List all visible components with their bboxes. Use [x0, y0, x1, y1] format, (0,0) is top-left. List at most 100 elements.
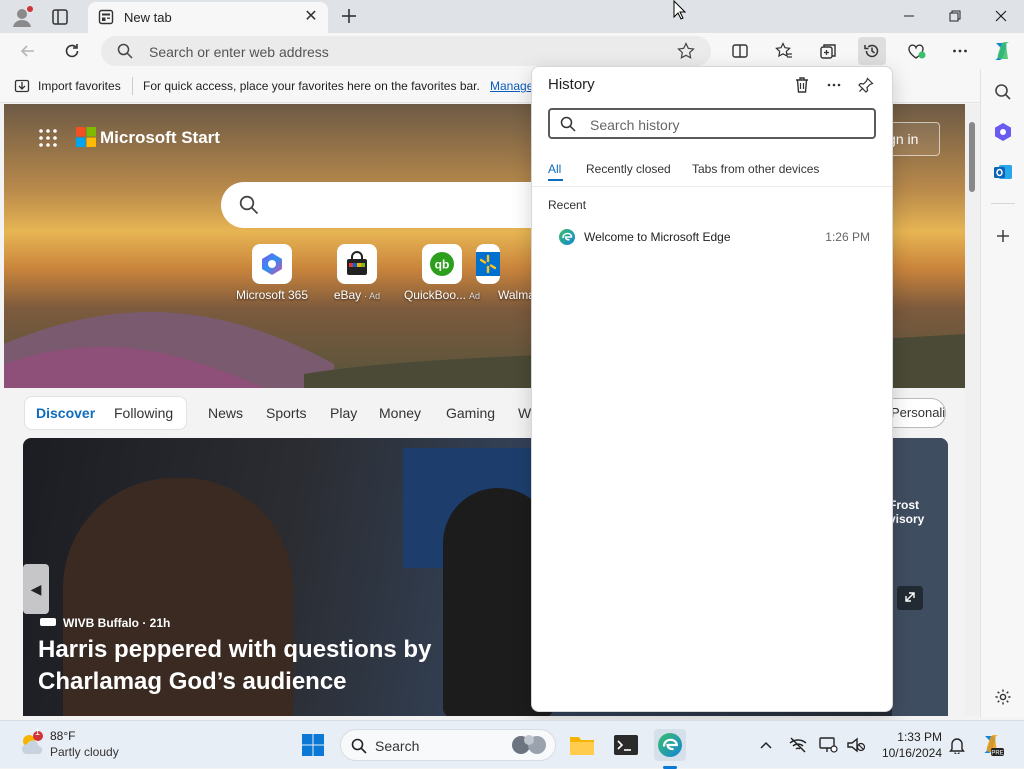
history-tab-all[interactable]: All: [548, 162, 561, 176]
restore-button[interactable]: [932, 0, 978, 32]
history-item-title: Welcome to Microsoft Edge: [584, 230, 731, 244]
weather-alert-text: Frost visory: [889, 498, 925, 526]
divider: [132, 77, 133, 95]
history-more-options-icon[interactable]: [822, 73, 846, 97]
new-tab-button[interactable]: [338, 5, 360, 27]
walmart-icon: [476, 244, 500, 284]
history-panel: History Search history All Recently clos…: [531, 66, 893, 712]
apps-grid-icon[interactable]: [38, 128, 58, 148]
weather-partly-cloudy-icon[interactable]: [18, 730, 46, 758]
copilot-icon[interactable]: [988, 37, 1016, 65]
edge-sidebar: [980, 69, 1024, 717]
edge-taskbar-icon[interactable]: [654, 729, 686, 761]
profile-icon[interactable]: [10, 5, 34, 29]
expand-icon[interactable]: [897, 586, 923, 610]
article-headline[interactable]: Harris peppered with questions by Charla…: [38, 634, 558, 698]
new-tab-page-icon: [98, 9, 114, 25]
microsoft-start-brand: Microsoft Start: [100, 128, 220, 147]
favorites-bar-message: For quick access, place your favorites h…: [143, 79, 480, 93]
quick-link-label: QuickBoo...: [403, 288, 466, 302]
windows-start-icon[interactable]: [297, 729, 329, 761]
import-favorites-icon[interactable]: [14, 78, 30, 94]
divider: [532, 186, 892, 187]
tab-play[interactable]: Play: [330, 405, 357, 421]
tab-discover[interactable]: Discover: [36, 405, 95, 421]
history-section-recent: Recent: [548, 198, 587, 212]
collections-icon[interactable]: [814, 37, 842, 65]
mouse-cursor-icon: [673, 0, 687, 20]
volume-muted-icon[interactable]: [840, 729, 872, 761]
minimize-button[interactable]: [886, 0, 932, 32]
split-screen-icon[interactable]: [726, 37, 754, 65]
copilot-preview-icon[interactable]: PRE: [976, 729, 1008, 761]
tab-actions-icon[interactable]: [50, 7, 70, 27]
history-title: History: [548, 76, 595, 93]
pin-history-icon[interactable]: [854, 73, 878, 97]
weather-temperature[interactable]: 88°F: [50, 729, 75, 743]
tab-sports[interactable]: Sports: [266, 405, 306, 421]
notifications-bell-icon[interactable]: [941, 729, 973, 761]
taskbar-search-box[interactable]: Search: [340, 729, 556, 761]
network-icon[interactable]: [782, 729, 814, 761]
quick-link-walmart[interactable]: Walma: [474, 244, 535, 302]
scrollbar-thumb[interactable]: [969, 122, 975, 192]
history-tab-recently-closed[interactable]: Recently closed: [586, 162, 671, 176]
history-icon[interactable]: [858, 37, 886, 65]
svg-text:PRE: PRE: [991, 750, 1003, 756]
svg-text:qb: qb: [435, 258, 450, 272]
tab-new-tab[interactable]: New tab ✕: [88, 2, 328, 33]
tab-money[interactable]: Money: [379, 405, 421, 421]
weather-alert-card[interactable]: [892, 438, 948, 716]
delete-history-trash-icon[interactable]: [790, 73, 814, 97]
close-window-button[interactable]: [978, 0, 1024, 32]
browser-essentials-icon[interactable]: [902, 37, 930, 65]
quick-link-label: Microsoft 365: [235, 288, 309, 302]
file-explorer-icon[interactable]: [566, 729, 598, 761]
search-icon: [351, 738, 367, 754]
windows-taskbar: 1 88°F Partly cloudy Search 1:33 PM 10/1…: [0, 720, 1024, 769]
manage-favorites-link[interactable]: Manage: [490, 79, 533, 93]
sidebar-outlook-icon[interactable]: [989, 158, 1017, 186]
carousel-previous-button[interactable]: ◀: [23, 564, 49, 614]
tab-strip: New tab ✕: [0, 0, 1024, 33]
tab-title: New tab: [124, 10, 172, 25]
add-favorite-star-icon[interactable]: [677, 42, 695, 60]
sidebar-search-icon[interactable]: [989, 78, 1017, 106]
clock-date[interactable]: 10/16/2024: [872, 746, 942, 760]
page-scrollbar[interactable]: [965, 104, 979, 716]
edge-favicon-icon: [558, 228, 576, 246]
favorites-icon[interactable]: [770, 37, 798, 65]
history-item-time: 1:26 PM: [825, 230, 870, 244]
refresh-button[interactable]: [58, 37, 86, 65]
divider: [991, 203, 1015, 204]
import-favorites-link[interactable]: Import favorites: [38, 79, 121, 93]
history-search-input[interactable]: Search history: [548, 108, 876, 139]
active-tab-indicator: [548, 179, 563, 181]
search-icon: [117, 43, 133, 59]
sidebar-microsoft-365-icon[interactable]: [989, 118, 1017, 146]
history-item[interactable]: Welcome to Microsoft Edge 1:26 PM: [542, 223, 882, 251]
history-search-placeholder: Search history: [590, 117, 680, 133]
ad-label: · Ad: [364, 291, 381, 301]
back-button[interactable]: [14, 37, 42, 65]
show-hidden-icons-chevron-icon[interactable]: [750, 729, 782, 761]
sidebar-settings-gear-icon[interactable]: [989, 683, 1017, 711]
article-source: WIVB Buffalo · 21h: [63, 616, 171, 630]
source-logo-icon: [40, 618, 56, 626]
tab-more[interactable]: W: [518, 405, 531, 421]
quick-link-label: eBay: [333, 288, 362, 302]
tab-gaming[interactable]: Gaming: [446, 405, 495, 421]
more-menu-icon[interactable]: [946, 37, 974, 65]
sidebar-add-icon[interactable]: [989, 222, 1017, 250]
address-bar[interactable]: Search or enter web address: [101, 36, 711, 66]
address-toolbar: Search or enter web address: [0, 33, 1024, 69]
terminal-icon[interactable]: [610, 729, 642, 761]
tab-close-icon[interactable]: ✕: [302, 8, 320, 26]
microsoft-365-icon: [252, 244, 292, 284]
tab-following[interactable]: Following: [114, 405, 173, 421]
tab-news[interactable]: News: [208, 405, 243, 421]
history-tab-other-devices[interactable]: Tabs from other devices: [692, 162, 819, 176]
search-icon: [239, 195, 259, 215]
weather-description[interactable]: Partly cloudy: [50, 745, 119, 759]
clock-time[interactable]: 1:33 PM: [872, 730, 942, 744]
